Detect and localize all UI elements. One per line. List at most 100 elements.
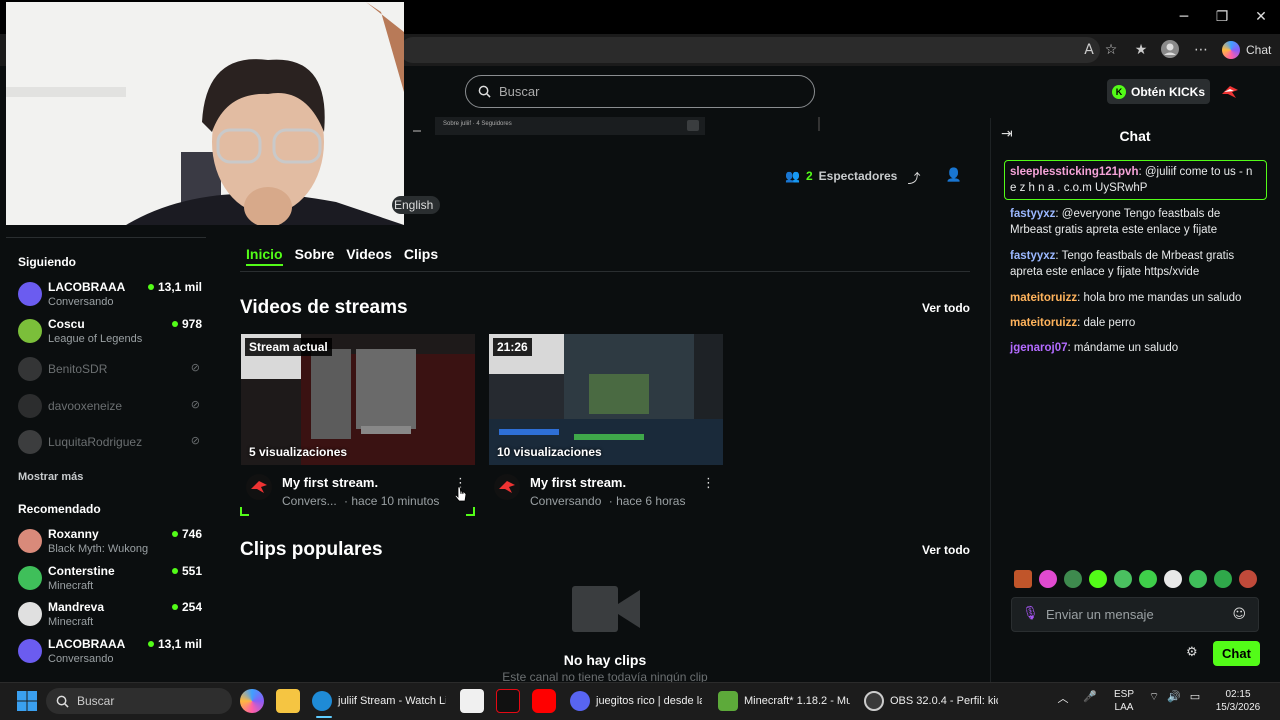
chat-message-input[interactable]: 🎙 Enviar un mensaje ☺ — [1011, 597, 1259, 632]
videos-see-all-link[interactable]: Ver todo — [922, 301, 970, 315]
favorites-icon[interactable]: ★ — [1130, 39, 1152, 61]
live-dot-icon — [147, 641, 154, 647]
copilot-app-icon[interactable] — [240, 689, 264, 713]
emote-icon[interactable] — [1039, 570, 1057, 588]
emote-icon[interactable] — [1014, 570, 1032, 588]
emote-icon[interactable] — [1164, 570, 1182, 588]
emoji-icon[interactable]: ☺ — [1232, 607, 1246, 622]
emote-icon[interactable] — [1239, 570, 1257, 588]
taskbar-task-obs[interactable]: OBS 32.0.4 - Perfil: kick — [864, 688, 998, 714]
get-kicks-button[interactable]: K Obtén KICKs — [1107, 79, 1210, 104]
read-aloud-icon[interactable]: A — [1078, 39, 1100, 61]
region-code: LAA — [1114, 702, 1134, 713]
clock-date: 15/3/2026 — [1215, 702, 1261, 713]
youtube-icon[interactable] — [532, 689, 556, 713]
clock[interactable]: 02:15 15/3/2026 — [1210, 688, 1266, 714]
sidebar-item-benitosdr[interactable]: BenitoSDR ⊘ — [18, 355, 202, 389]
close-icon[interactable]: ✕ — [1243, 6, 1279, 28]
more-options-icon[interactable]: ⋯ — [1190, 39, 1212, 61]
chat-username[interactable]: jgenaroj07 — [1010, 342, 1068, 354]
more-options-icon[interactable]: ⋮ — [702, 476, 715, 491]
chat-username[interactable]: sleeplessticking121pvh — [1010, 166, 1138, 178]
video-time: · hace 6 horas — [608, 494, 686, 508]
chat-username[interactable]: fastyyxz — [1010, 208, 1055, 220]
video-meta: Conversando · hace 6 horas — [530, 494, 685, 508]
wifi-icon[interactable]: ⌔ — [1146, 690, 1162, 704]
windows-start-icon[interactable] — [16, 690, 38, 712]
restore-icon[interactable]: ❐ — [1204, 6, 1240, 28]
viewer-count-value: 13,1 mil — [157, 280, 202, 294]
tab-inicio[interactable]: Inicio — [246, 246, 283, 266]
emote-icon[interactable] — [1064, 570, 1082, 588]
clips-see-all-link[interactable]: Ver todo — [922, 543, 970, 557]
emote-icon[interactable] — [1089, 570, 1107, 588]
minimize-icon[interactable]: ─ — [1166, 6, 1202, 28]
volume-icon[interactable]: 🔊 — [1166, 690, 1182, 703]
tab-clips[interactable]: Clips — [404, 246, 438, 266]
sidebar-item-davooxeneize[interactable]: davooxeneize ⊘ — [18, 392, 202, 426]
file-explorer-icon[interactable] — [276, 689, 300, 713]
tray-chevron-icon[interactable]: ︿ — [1056, 690, 1070, 706]
video-meta: Convers... · hace 10 minutos — [282, 494, 439, 508]
chat-username[interactable]: fastyyxz — [1010, 250, 1055, 262]
sidebar-item-mandreva[interactable]: Mandreva Minecraft 254 — [18, 600, 202, 634]
battery-icon[interactable]: ▭ — [1186, 690, 1204, 703]
video-thumbnail[interactable]: 21:26 10 visualizaciones — [489, 334, 723, 465]
address-bar[interactable] — [400, 37, 1100, 63]
sidebar-item-conterstine[interactable]: Conterstine Minecraft 551 — [18, 564, 202, 598]
viewer-count: 254 — [171, 600, 202, 614]
chat-settings-gear-icon[interactable]: ⚙ — [1186, 645, 1198, 660]
emote-icon[interactable] — [1114, 570, 1132, 588]
video-camera-icon — [572, 586, 640, 632]
collapse-chat-icon[interactable]: ⇥ — [1001, 126, 1019, 142]
tray-microphone-icon[interactable]: 🎤 — [1083, 690, 1097, 703]
banner-text: Sobre juliif · 4 Seguidores — [443, 121, 512, 127]
edit-icon[interactable] — [687, 120, 699, 131]
store-icon[interactable] — [460, 689, 484, 713]
channel-category: Conversando — [48, 653, 114, 665]
channel-avatar[interactable] — [246, 474, 272, 500]
show-more-link[interactable]: Mostrar más — [18, 471, 83, 483]
share-icon[interactable]: ⤴ — [905, 168, 923, 187]
emote-icon[interactable] — [1214, 570, 1232, 588]
taskbar-search[interactable]: Buscar — [46, 688, 232, 714]
chat-username[interactable]: mateitoruizz — [1010, 317, 1077, 329]
profile-icon[interactable] — [1159, 39, 1181, 61]
channel-avatar[interactable] — [494, 474, 520, 500]
site-search-input[interactable]: Buscar — [465, 75, 815, 108]
user-avatar[interactable] — [1218, 80, 1242, 104]
follow-user-icon[interactable]: 👤 — [945, 168, 963, 186]
video-thumbnail[interactable]: Stream actual 5 visualizaciones — [241, 334, 475, 465]
sidebar-item-roxanny[interactable]: Roxanny Black Myth: Wukong 746 — [18, 527, 202, 561]
sidebar-item-lacobraaa-recommended[interactable]: LACOBRAAA Conversando 13,1 mil — [18, 637, 202, 671]
live-dot-icon — [171, 604, 178, 610]
tab-videos[interactable]: Videos — [346, 246, 392, 266]
active-task-indicator — [316, 716, 332, 718]
netflix-icon[interactable] — [496, 689, 520, 713]
video-title[interactable]: My first stream. — [530, 475, 626, 490]
video-category[interactable]: Conversando — [530, 494, 601, 508]
tab-sobre[interactable]: Sobre — [295, 246, 335, 266]
video-category[interactable]: Convers... — [282, 494, 337, 508]
microphone-icon[interactable]: 🎙 — [1022, 606, 1039, 624]
copilot-chat-label: Chat — [1246, 43, 1272, 57]
language-tag[interactable]: English — [392, 196, 440, 214]
chat-username[interactable]: mateitoruizz — [1010, 292, 1077, 304]
video-title[interactable]: My first stream. — [282, 475, 378, 490]
sidebar-item-lacobraaa[interactable]: LACOBRAAA Conversando 13,1 mil — [18, 280, 202, 314]
taskbar-task-minecraft[interactable]: Minecraft* 1.18.2 - Mult — [718, 688, 850, 714]
favorite-star-icon[interactable]: ☆ — [1100, 39, 1122, 61]
sidebar-item-luquitarodriguez[interactable]: LuquitaRodriguez ⊘ — [18, 428, 202, 462]
taskbar-task-discord[interactable]: juegitos rico | desde la — [570, 688, 702, 714]
emote-icon[interactable] — [1189, 570, 1207, 588]
sidebar-item-coscu[interactable]: Coscu League of Legends 978 — [18, 317, 202, 351]
emote-icon[interactable] — [1139, 570, 1157, 588]
chat-message: sleeplessticking121pvh: @juliif come to … — [1010, 166, 1253, 194]
taskbar-task-browser[interactable]: juliif Stream - Watch Liv — [312, 688, 446, 714]
copilot-chat-button[interactable]: Chat — [1222, 38, 1271, 62]
input-language[interactable]: ESP LAA — [1112, 688, 1136, 714]
divider — [413, 130, 421, 132]
chat-send-button[interactable]: Chat — [1213, 641, 1260, 666]
channel-category: League of Legends — [48, 333, 143, 345]
channel-banner-strip: Sobre juliif · 4 Seguidores — [435, 117, 705, 135]
